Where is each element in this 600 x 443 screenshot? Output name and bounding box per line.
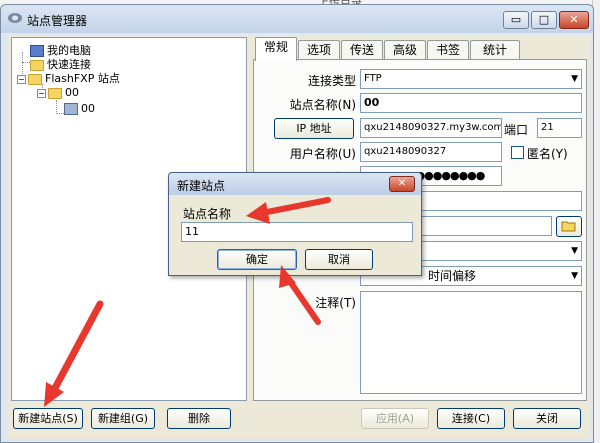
app-icon — [8, 13, 22, 23]
tree-item-group-00[interactable]: − 00 — [37, 86, 79, 99]
tree-item-site-00[interactable]: 00 — [64, 102, 95, 115]
tab-options[interactable]: 选项 — [298, 40, 340, 60]
tab-statistics[interactable]: 统计 — [470, 40, 520, 60]
new-site-button[interactable]: 新建站点(S) — [13, 408, 83, 429]
collapse-icon[interactable]: − — [37, 88, 46, 98]
dialog-site-name-input[interactable]: 11 — [181, 222, 413, 242]
tree-item-label: 00 — [81, 102, 95, 115]
collapse-icon[interactable]: − — [17, 74, 26, 84]
chevron-down-icon: ▼ — [571, 271, 578, 281]
notes-textarea[interactable] — [360, 291, 582, 394]
connection-type-label: 连接类型 — [307, 74, 356, 88]
connect-button[interactable]: 连接(C) — [437, 408, 505, 429]
close-button[interactable]: ✕ — [559, 11, 589, 29]
maximize-button[interactable]: □ — [531, 11, 557, 29]
title-bar[interactable]: 站点管理器 ▭ □ ✕ — [1, 5, 593, 33]
tree-item-flashfxp-sites[interactable]: − FlashFXP 站点 — [17, 70, 120, 86]
ip-address-button[interactable]: IP 地址 — [274, 118, 354, 139]
notes-label: 注释(T) — [315, 296, 356, 310]
cancel-button[interactable]: 取消 — [305, 249, 373, 270]
browse-button[interactable] — [556, 216, 582, 237]
folder-icon — [28, 73, 42, 85]
tree-connector — [22, 62, 30, 63]
dialog-field-label: 站点名称 — [183, 207, 232, 221]
tree-item-label: FlashFXP 站点 — [45, 72, 120, 85]
tree-item-label: 00 — [65, 86, 79, 99]
anonymous-checkbox[interactable] — [511, 146, 524, 159]
folder-icon — [30, 59, 44, 71]
apply-button[interactable]: 应用(A) — [361, 408, 429, 429]
delete-button[interactable]: 删除 — [167, 408, 231, 429]
anonymous-label: 匿名(Y) — [527, 147, 568, 161]
close-dialog-button[interactable]: 关闭 — [513, 408, 581, 429]
tab-general[interactable]: 常规 — [255, 37, 297, 61]
open-folder-icon — [561, 221, 576, 232]
tab-bookmarks[interactable]: 书签 — [427, 40, 469, 60]
connection-type-value: FTP — [364, 73, 382, 84]
site-name-field[interactable]: 00 — [360, 93, 582, 113]
server-icon — [64, 103, 78, 115]
port-field[interactable]: 21 — [537, 118, 582, 138]
dialog-title-bar[interactable]: 新建站点 ✕ — [169, 173, 421, 195]
dialog-close-button[interactable]: ✕ — [389, 176, 415, 192]
username-field[interactable]: qxu2148090327 — [360, 142, 502, 162]
chevron-down-icon: ▼ — [571, 74, 578, 84]
tree-connector — [56, 100, 57, 114]
folder-icon — [48, 87, 62, 99]
chevron-down-icon: ▼ — [571, 246, 578, 256]
new-group-button[interactable]: 新建组(G) — [91, 408, 155, 429]
new-site-dialog: 新建站点 ✕ 站点名称 11 确定 取消 — [168, 172, 422, 276]
ip-address-field[interactable]: qxu2148090327.my3w.com — [360, 118, 502, 138]
tree-connector — [56, 113, 64, 114]
port-label: 端口 — [504, 123, 529, 137]
tab-advanced[interactable]: 高级 — [384, 40, 426, 60]
dialog-title: 新建站点 — [177, 179, 226, 193]
window-title: 站点管理器 — [27, 14, 88, 28]
tab-transfer[interactable]: 传送 — [341, 40, 383, 60]
minimize-button[interactable]: ▭ — [503, 11, 529, 29]
connection-type-select[interactable]: FTP ▼ — [360, 69, 582, 89]
ok-button[interactable]: 确定 — [217, 249, 297, 270]
site-name-label: 站点名称(N) — [289, 98, 356, 112]
username-label: 用户名称(U) — [289, 147, 356, 161]
